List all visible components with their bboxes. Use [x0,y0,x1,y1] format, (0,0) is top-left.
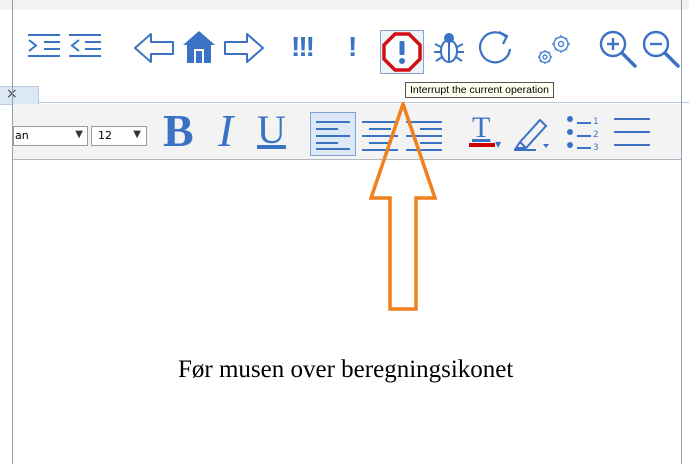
back-arrow-icon[interactable] [133,32,175,64]
settings-gears-icon[interactable] [535,32,575,66]
chevron-down-icon: ▼ [75,129,83,140]
annotation-up-arrow-icon [368,102,438,311]
interrupt-icon [382,32,422,72]
align-left-button[interactable] [310,112,356,156]
font-size-value: 12 [98,129,112,142]
home-icon[interactable] [180,28,218,66]
italic-button[interactable]: I [218,106,248,156]
text-color-button[interactable]: T ▼ [466,112,506,152]
text-color-label: T [472,111,491,144]
document-editor[interactable] [13,160,681,464]
chevron-down-icon: ▼ [495,140,502,149]
highlighter-icon[interactable] [510,114,552,152]
numbered-list-icon[interactable]: 1 2 3 [565,114,605,152]
execute-all-label: !!! [291,31,315,62]
italic-label: I [218,105,234,156]
bullet-list-icon[interactable] [612,114,652,152]
zoom-out-icon[interactable] [640,28,682,70]
font-size-select[interactable]: 12 ▼ [91,126,147,146]
document-tab[interactable]: × [0,86,39,105]
svg-text:3: 3 [593,143,599,152]
zoom-in-icon[interactable] [597,28,639,70]
bold-button[interactable]: B [163,106,203,156]
window-right-border [681,0,682,464]
tab-strip-border [38,102,689,103]
chevron-down-icon: ▼ [133,129,141,140]
bold-label: B [163,105,194,156]
interrupt-button[interactable] [380,30,424,74]
main-toolbar: !!! ! [0,10,689,88]
outdent-icon[interactable] [67,32,103,60]
indent-icon[interactable] [26,32,62,60]
align-left-icon [316,121,350,150]
underline-button[interactable]: U [257,106,293,156]
debug-bug-icon[interactable] [431,30,467,66]
svg-text:2: 2 [593,130,599,140]
restart-icon[interactable] [475,28,515,68]
forward-arrow-icon[interactable] [223,32,265,64]
text-color-swatch [469,143,495,147]
tooltip: Interrupt the current operation [405,82,554,98]
execute-all-icon[interactable]: !!! [291,30,327,64]
font-family-value: an [15,129,29,142]
window-left-border [12,0,13,464]
underline-label: U [257,107,286,152]
application-window: !!! ! an ▼ 12 ▼ B I U T ▼ 1 2 3 Før muse… [0,0,689,464]
execute-label: ! [348,31,358,62]
document-caption: Før musen over beregningsikonet [178,356,514,383]
svg-text:1: 1 [593,117,599,127]
execute-icon[interactable]: ! [348,30,364,64]
font-family-select[interactable]: an ▼ [13,126,88,146]
